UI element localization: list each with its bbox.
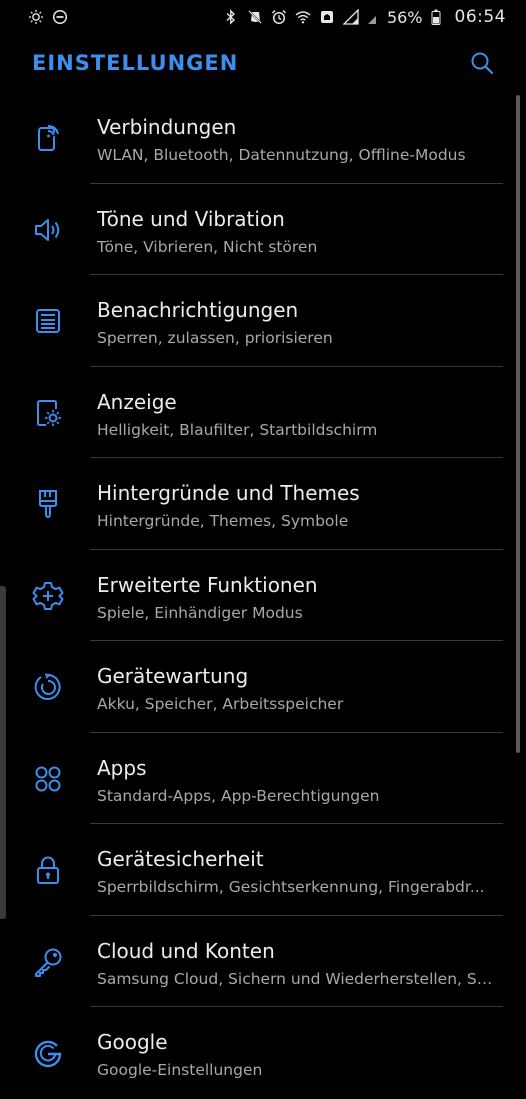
settings-item-google[interactable]: Google Google-Einstellungen (0, 1007, 526, 1099)
item-title: Google (97, 1030, 168, 1054)
settings-item-notifications[interactable]: Benachrichtigungen Sperren, zulassen, pr… (0, 275, 526, 367)
item-subtitle: Sperren, zulassen, priorisieren (97, 329, 333, 347)
item-subtitle: Samsung Cloud, Sichern und Wiederherstel… (97, 969, 498, 988)
search-button[interactable] (468, 49, 496, 77)
app-header: EINSTELLUNGEN (0, 40, 526, 86)
wifi-icon (295, 9, 311, 25)
item-subtitle: Helligkeit, Blaufilter, Startbildschirm (97, 420, 378, 439)
key-icon (30, 944, 66, 980)
item-title: Anzeige (97, 389, 177, 414)
nfc-icon (319, 9, 335, 25)
scrollbar[interactable] (516, 95, 520, 753)
advanced-features-icon (30, 578, 66, 614)
item-title: Hintergründe und Themes (97, 481, 360, 505)
display-icon (30, 395, 66, 431)
clock: 06:54 (454, 7, 506, 27)
vibrate-off-icon (247, 9, 263, 25)
brush-icon (30, 486, 66, 522)
item-subtitle: Akku, Speicher, Arbeitsspeicher (97, 695, 344, 713)
notifications-icon (30, 303, 66, 339)
item-title: Gerätewartung (97, 664, 249, 688)
item-title: Töne und Vibration (97, 206, 285, 231)
search-icon (470, 51, 494, 75)
brightness-auto-icon (28, 9, 44, 25)
settings-item-security[interactable]: Gerätesicherheit Sperrbildschirm, Gesich… (0, 824, 526, 916)
do-not-disturb-icon (52, 9, 68, 25)
edge-panel-handle[interactable] (0, 586, 6, 919)
bluetooth-icon (223, 9, 239, 25)
settings-item-cloud[interactable]: Cloud und Konten Samsung Cloud, Sichern … (0, 916, 526, 1007)
item-subtitle: Standard-Apps, App-Berechtigungen (97, 786, 380, 805)
item-subtitle: Töne, Vibrieren, Nicht stören (97, 237, 318, 256)
signal-secondary-icon (367, 9, 377, 25)
speaker-icon (30, 212, 66, 248)
lock-icon (30, 852, 66, 888)
settings-item-advanced[interactable]: Erweiterte Funktionen Spiele, Einhändige… (0, 550, 526, 641)
item-subtitle: Hintergründe, Themes, Symbole (97, 512, 349, 530)
battery-percent: 56% (386, 7, 423, 27)
settings-item-apps[interactable]: Apps Standard-Apps, App-Berechtigungen (0, 733, 526, 824)
settings-item-wallpapers[interactable]: Hintergründe und Themes Hintergründe, Th… (0, 458, 526, 550)
item-title: Cloud und Konten (97, 938, 275, 963)
settings-item-maintenance[interactable]: Gerätewartung Akku, Speicher, Arbeitsspe… (0, 641, 526, 733)
settings-item-display[interactable]: Anzeige Helligkeit, Blaufilter, Startbil… (0, 367, 526, 458)
status-bar: 56% 06:54 (0, 0, 526, 34)
battery-icon (431, 9, 441, 25)
google-icon (30, 1035, 66, 1071)
item-title: Erweiterte Funktionen (97, 572, 318, 597)
item-subtitle: Sperrbildschirm, Gesichtserkennung, Fing… (97, 878, 485, 896)
signal-icon (342, 9, 359, 25)
settings-item-sounds[interactable]: Töne und Vibration Töne, Vibrieren, Nich… (0, 184, 526, 275)
settings-list: Verbindungen WLAN, Bluetooth, Datennutzu… (0, 92, 526, 1099)
status-right: 56% 06:54 (223, 7, 506, 27)
item-subtitle: Spiele, Einhändiger Modus (97, 603, 303, 622)
page-title: EINSTELLUNGEN (32, 51, 239, 75)
status-left (28, 9, 68, 25)
settings-item-connections[interactable]: Verbindungen WLAN, Bluetooth, Datennutzu… (0, 92, 526, 184)
item-title: Benachrichtigungen (97, 298, 299, 322)
device-maintenance-icon (30, 669, 66, 705)
item-title: Gerätesicherheit (97, 847, 264, 871)
item-title: Verbindungen (97, 115, 237, 139)
item-subtitle: Google-Einstellungen (97, 1061, 263, 1079)
item-title: Apps (97, 755, 147, 780)
alarm-icon (271, 9, 287, 25)
item-subtitle: WLAN, Bluetooth, Datennutzung, Offline-M… (97, 146, 466, 164)
connections-icon (30, 120, 66, 156)
apps-icon (30, 761, 66, 797)
